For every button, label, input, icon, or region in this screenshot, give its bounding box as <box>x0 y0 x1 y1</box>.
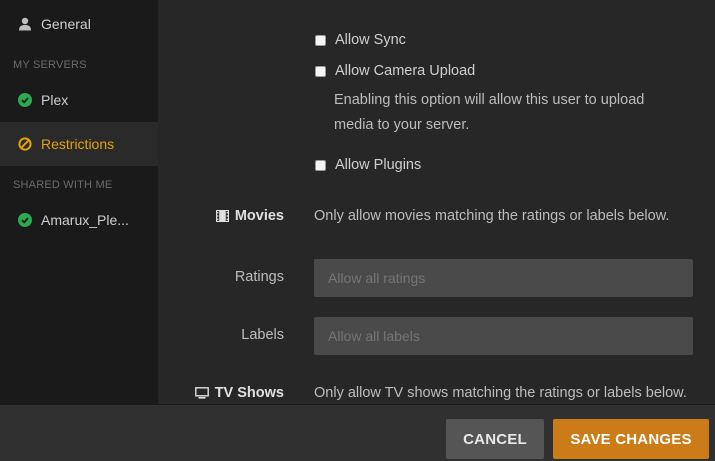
sidebar-item-label: General <box>41 16 91 32</box>
tv-shows-description: Only allow TV shows matching the ratings… <box>314 385 687 401</box>
tv-shows-section-label: TV Shows <box>158 385 284 401</box>
allow-plugins-label: Allow Plugins <box>335 157 422 173</box>
tv-icon <box>194 387 209 399</box>
user-icon <box>19 17 31 31</box>
movies-label: Movies <box>234 208 284 224</box>
tv-shows-label: TV Shows <box>214 385 284 401</box>
restrictions-panel: Allow Sync Allow Camera Upload Enabling … <box>158 0 715 404</box>
sidebar-item-label: Amarux_Ple... <box>41 212 129 228</box>
movies-section-label: Movies <box>158 208 284 224</box>
sidebar-item-plex[interactable]: Plex <box>0 78 158 122</box>
allow-camera-upload-checkbox[interactable] <box>315 65 326 77</box>
movies-labels-input[interactable] <box>314 317 693 355</box>
labels-label: Labels <box>241 327 284 343</box>
sidebar-item-general[interactable]: General <box>0 2 158 46</box>
sidebar-item-amarux[interactable]: Amarux_Ple... <box>0 198 158 242</box>
allow-plugins-checkbox[interactable] <box>315 159 326 171</box>
sidebar-item-label: Restrictions <box>41 136 115 152</box>
allow-sync-row: Allow Sync <box>315 32 406 48</box>
ban-icon <box>18 137 32 151</box>
sidebar-item-restrictions[interactable]: Restrictions <box>0 122 158 166</box>
footer-bar: CANCEL SAVE CHANGES <box>0 404 715 461</box>
sidebar-item-label: Plex <box>41 92 69 108</box>
check-circle-icon <box>18 93 32 107</box>
allow-sync-checkbox[interactable] <box>315 34 326 46</box>
section-header-my-servers: MY SERVERS <box>13 59 87 71</box>
cancel-button[interactable]: CANCEL <box>446 419 544 459</box>
allow-camera-upload-label: Allow Camera Upload <box>335 63 476 79</box>
check-circle-icon <box>18 213 32 227</box>
movies-ratings-input[interactable] <box>314 259 693 297</box>
section-header-shared-with-me: SHARED WITH ME <box>13 179 113 191</box>
sidebar: General MY SERVERS Plex Restrictions SHA… <box>0 0 158 404</box>
allow-camera-upload-row: Allow Camera Upload <box>315 63 475 79</box>
allow-plugins-row: Allow Plugins <box>315 157 421 173</box>
save-changes-button[interactable]: SAVE CHANGES <box>553 419 709 459</box>
ratings-label: Ratings <box>234 269 284 285</box>
camera-upload-description: Enabling this option will allow this use… <box>334 92 645 133</box>
allow-sync-label: Allow Sync <box>335 32 406 48</box>
film-icon <box>215 210 229 222</box>
movies-description: Only allow movies matching the ratings o… <box>314 208 670 224</box>
